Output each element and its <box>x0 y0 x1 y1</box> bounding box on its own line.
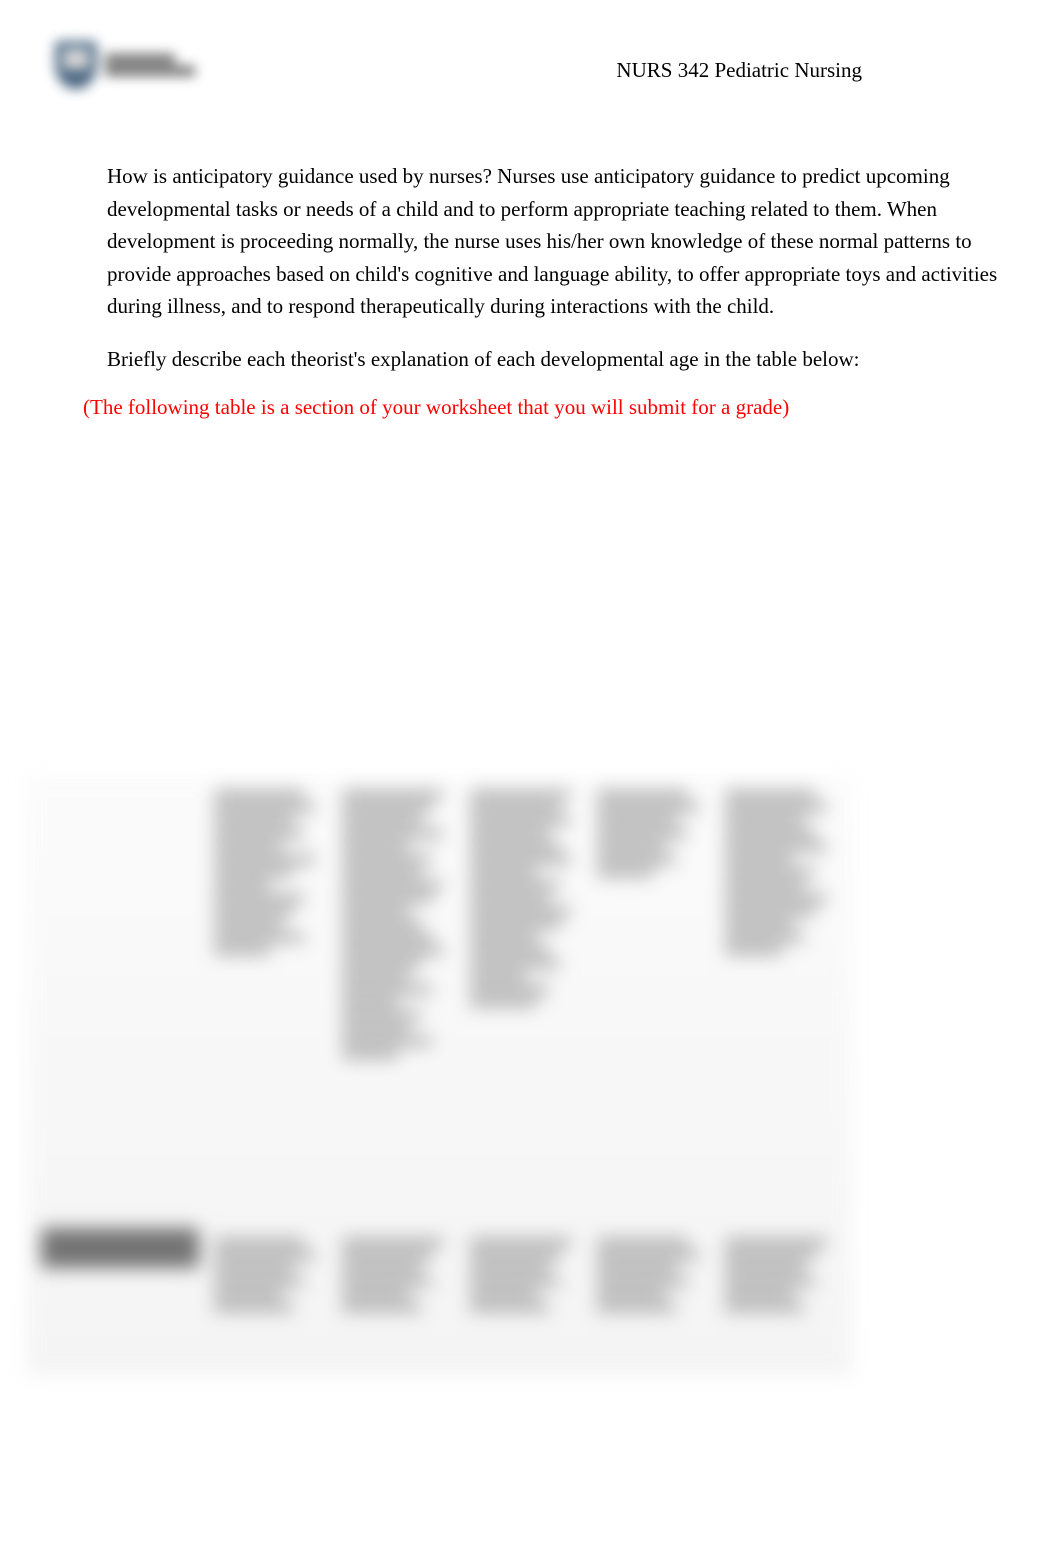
bullet-question: Briefly describe each theorist's explana… <box>107 347 860 371</box>
table-col <box>719 784 844 1368</box>
table-row-header-col <box>35 784 205 1368</box>
document-page: NURS 342 Pediatric Nursing How is antici… <box>0 0 1062 1561</box>
table-cell <box>470 1238 583 1362</box>
bullet-question: How is anticipatory guidance used by nur… <box>107 164 497 188</box>
bullet-marker-icon <box>85 160 107 323</box>
blurred-table <box>27 776 852 1376</box>
bullet-item: How is anticipatory guidance used by nur… <box>85 160 1002 323</box>
page-header: NURS 342 Pediatric Nursing <box>55 30 1007 110</box>
table-cell <box>214 1238 327 1362</box>
bullet-text: Briefly describe each theorist's explana… <box>107 343 860 376</box>
document-content: How is anticipatory guidance used by nur… <box>55 160 1007 420</box>
table-cell <box>342 790 455 1216</box>
grade-note: (The following table is a section of you… <box>58 395 1002 420</box>
table-col <box>464 784 589 1368</box>
table-cell <box>597 1238 710 1362</box>
table-cell <box>597 790 710 1216</box>
bullet-marker-icon <box>85 343 107 376</box>
bullet-item: Briefly describe each theorist's explana… <box>85 343 1002 376</box>
table-cell <box>214 790 327 1216</box>
table-col <box>591 784 716 1368</box>
table-cell <box>470 790 583 1216</box>
table-col <box>336 784 461 1368</box>
table-row-header <box>41 1228 199 1268</box>
table-col <box>208 784 333 1368</box>
logo-shield-icon <box>55 41 97 89</box>
course-title: NURS 342 Pediatric Nursing <box>616 30 1007 83</box>
table-cell <box>725 790 838 1216</box>
logo-text <box>105 54 195 76</box>
table-cell <box>342 1238 455 1362</box>
bullet-text: How is anticipatory guidance used by nur… <box>107 160 1002 323</box>
university-logo <box>55 30 215 100</box>
table-cell <box>725 1238 838 1362</box>
